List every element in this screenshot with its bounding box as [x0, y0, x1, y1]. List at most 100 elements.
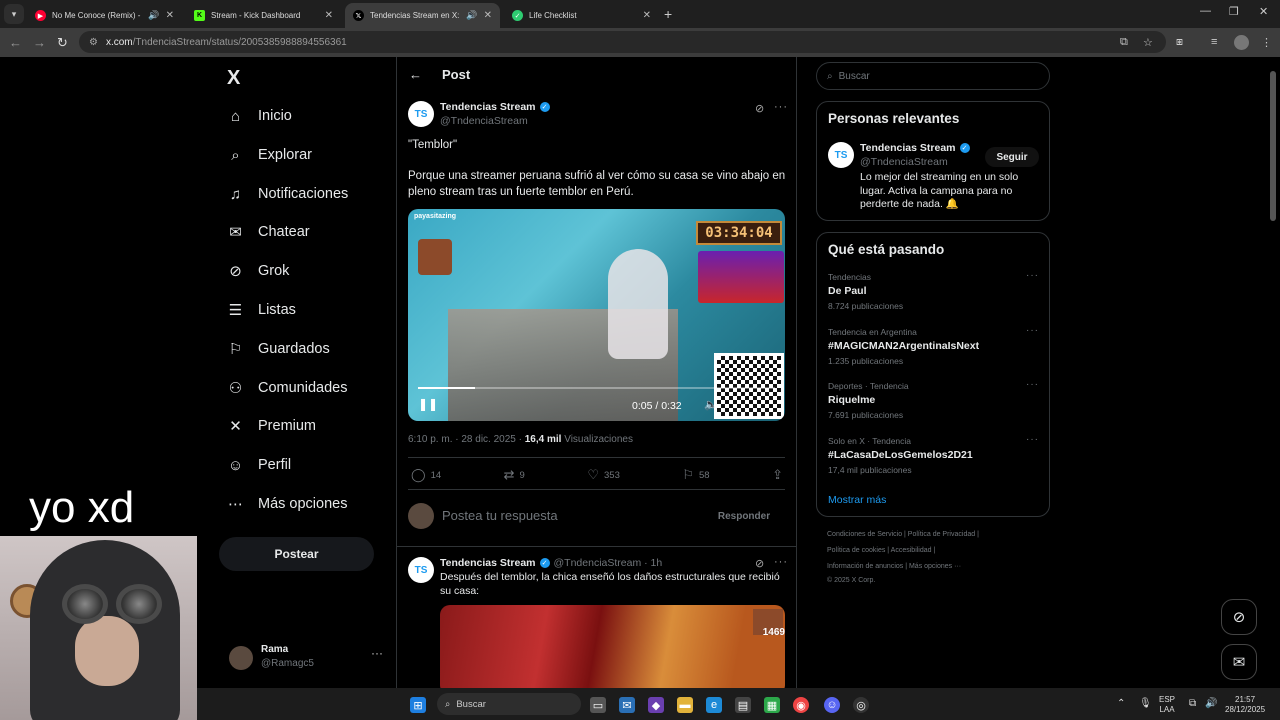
speaker-icon[interactable]: 🔊 — [148, 10, 159, 21]
close-tab-icon[interactable]: ✕ — [643, 10, 651, 21]
reply-submit-button[interactable]: Responder — [708, 505, 780, 527]
nav-item-mas-opciones[interactable]: ⋯ Más opciones — [227, 492, 347, 516]
trend-item[interactable]: Tendencias De Paul 8.724 publicaciones ·… — [828, 270, 1039, 311]
windows-start-icon[interactable]: ⊞ — [410, 697, 426, 713]
widgets-icon[interactable]: ◆ — [648, 697, 664, 713]
new-tab-button[interactable]: + — [664, 6, 672, 22]
x-logo[interactable]: X — [227, 67, 240, 90]
minimize-icon[interactable]: — — [1200, 5, 1211, 17]
scrollbar[interactable] — [1270, 71, 1276, 221]
discord-icon[interactable]: ☺ — [824, 697, 840, 713]
pause-icon[interactable]: ❚❚ — [418, 397, 438, 411]
avatar[interactable]: TS — [828, 142, 854, 168]
taskbar-search[interactable]: ⌕ Buscar — [437, 693, 581, 715]
reply-author[interactable]: Tendencias Stream ✓ @TndenciaStream · 1h — [440, 557, 662, 569]
more-icon[interactable]: ··· — [1026, 325, 1039, 336]
mail-app-icon[interactable]: ✉ — [619, 697, 635, 713]
profile-avatar[interactable] — [1234, 35, 1249, 50]
close-tab-icon[interactable]: ✕ — [166, 10, 174, 21]
store-icon[interactable]: ▤ — [735, 697, 751, 713]
network-icon[interactable]: ⧉ — [1189, 698, 1196, 709]
retweet-button[interactable]: ⇄ 9 — [504, 467, 525, 483]
tab-x-post[interactable]: 𝕏 Tendencias Stream en X: ""T 🔊 ✕ — [345, 3, 500, 28]
nav-item-notificaciones[interactable]: ♫ Notificaciones — [227, 182, 348, 206]
file-explorer-icon[interactable]: ▬ — [677, 697, 693, 713]
edge-icon[interactable]: e — [706, 697, 722, 713]
tweet-author[interactable]: Tendencias Stream ✓ — [440, 101, 550, 113]
footer-links[interactable]: Información de anuncios | Más opciones ·… — [827, 563, 961, 570]
tab-kick[interactable]: K Stream - Kick Dashboard ✕ — [186, 3, 341, 28]
show-more-link[interactable]: Mostrar más — [828, 494, 886, 506]
grok-fab-button[interactable]: ⊘ — [1221, 599, 1257, 635]
nav-item-premium[interactable]: ✕ Premium — [227, 414, 316, 438]
nav-item-listas[interactable]: ☰ Listas — [227, 298, 296, 322]
menu-icon[interactable]: ⋮ — [1261, 36, 1272, 49]
task-view-icon[interactable]: ▭ — [590, 697, 606, 713]
grok-icon[interactable]: ⊘ — [755, 102, 764, 115]
more-icon[interactable]: ··· — [774, 556, 788, 568]
back-arrow-icon[interactable]: ← — [409, 67, 422, 82]
more-icon[interactable]: ··· — [774, 101, 788, 113]
tray-overflow-icon[interactable]: ⌃ — [1117, 698, 1125, 709]
more-icon[interactable]: ··· — [1026, 270, 1039, 281]
nav-item-explorar[interactable]: ⌕ Explorar — [227, 143, 312, 167]
nav-item-guardados[interactable]: ⚐ Guardados — [227, 337, 330, 361]
bookmark-star-icon[interactable]: ☆ — [1143, 36, 1153, 49]
close-tab-icon[interactable]: ✕ — [325, 10, 333, 21]
install-app-icon[interactable]: ⧉ — [1120, 36, 1128, 49]
more-icon[interactable]: ··· — [1026, 379, 1039, 390]
grok-icon[interactable]: ⊘ — [755, 557, 764, 570]
trend-item[interactable]: Solo en X · Tendencia #LaCasaDeLosGemelo… — [828, 434, 1039, 475]
language-indicator[interactable]: ESP LAA — [1159, 695, 1175, 715]
nav-item-perfil[interactable]: ☺ Perfil — [227, 453, 291, 477]
volume-icon[interactable]: 🔊 — [1205, 698, 1217, 709]
messages-fab-button[interactable]: ✉ — [1221, 644, 1257, 680]
extensions-icon[interactable]: ⧆ — [1176, 36, 1183, 49]
forward-icon[interactable]: → — [33, 35, 46, 50]
media-control-icon[interactable]: ≡ — [1211, 36, 1217, 48]
avatar[interactable]: TS — [408, 101, 434, 127]
back-icon[interactable]: ← — [9, 35, 22, 50]
more-icon[interactable]: ··· — [371, 646, 383, 660]
video-player[interactable]: payasitazing 03:34:04 ❚❚ 0:05 / 0:32 🔈 — [408, 209, 785, 421]
close-tab-icon[interactable]: ✕ — [484, 10, 492, 21]
like-button[interactable]: ♡ 353 — [587, 467, 620, 483]
nav-item-inicio[interactable]: ⌂ Inicio — [227, 104, 292, 128]
bookmark-button[interactable]: ⚐ 58 — [682, 467, 709, 483]
restore-icon[interactable]: ❐ — [1229, 5, 1239, 18]
video-progress-bar[interactable] — [418, 387, 775, 389]
more-icon[interactable]: ··· — [1026, 434, 1039, 445]
post-button[interactable]: Postear — [219, 537, 374, 571]
relevant-name[interactable]: Tendencias Stream ✓ — [860, 142, 970, 154]
nav-item-grok[interactable]: ⊘ Grok — [227, 259, 289, 283]
nav-item-chatear[interactable]: ✉ Chatear — [227, 220, 309, 244]
trend-item[interactable]: Deportes · Tendencia Riquelme 7.691 publ… — [828, 379, 1039, 420]
chrome-icon[interactable]: ◉ — [793, 697, 809, 713]
microphone-icon[interactable]: 🎙 — [1139, 698, 1152, 709]
obs-icon[interactable]: ◎ — [853, 697, 869, 713]
site-info-icon[interactable]: ⚙ — [89, 37, 98, 48]
reply-media[interactable]: 1469 — [440, 605, 785, 688]
tab-music[interactable]: ▶ No Me Conoce (Remix) - Yo 🔊 ✕ — [27, 3, 182, 28]
nav-item-comunidades[interactable]: ⚇ Comunidades — [227, 376, 348, 400]
tweet-handle[interactable]: @TndenciaStream — [440, 115, 528, 127]
footer-links[interactable]: Política de cookies | Accesibilidad | — [827, 547, 935, 554]
reload-icon[interactable]: ↻ — [57, 35, 68, 51]
clock[interactable]: 21:57 28/12/2025 — [1225, 695, 1265, 715]
search-input[interactable]: ⌕ Buscar — [816, 62, 1050, 90]
relevant-handle[interactable]: @TndenciaStream — [860, 156, 948, 168]
account-switcher[interactable]: Rama @Ramagc5 ··· — [229, 642, 384, 678]
address-bar[interactable]: ⚙ x.com/TndenciaStream/status/2005385988… — [79, 31, 1166, 53]
trend-item[interactable]: Tendencia en Argentina #MAGICMAN2Argenti… — [828, 325, 1039, 366]
volume-icon[interactable]: 🔈 — [704, 398, 718, 411]
speaker-icon[interactable]: 🔊 — [466, 10, 477, 21]
reply-input[interactable]: Postea tu respuesta — [442, 508, 558, 523]
footer-links[interactable]: Condiciones de Servicio | Política de Pr… — [827, 531, 979, 538]
follow-button[interactable]: Seguir — [985, 147, 1039, 167]
tab-checklist[interactable]: ✓ Life Checklist ✕ — [504, 3, 659, 28]
reply-button[interactable]: ◯ 14 — [411, 467, 441, 483]
tab-search-button[interactable]: ▾ — [4, 4, 24, 24]
close-window-icon[interactable]: ✕ — [1259, 5, 1268, 18]
minecraft-icon[interactable]: ▦ — [764, 697, 780, 713]
avatar[interactable]: TS — [408, 557, 434, 583]
